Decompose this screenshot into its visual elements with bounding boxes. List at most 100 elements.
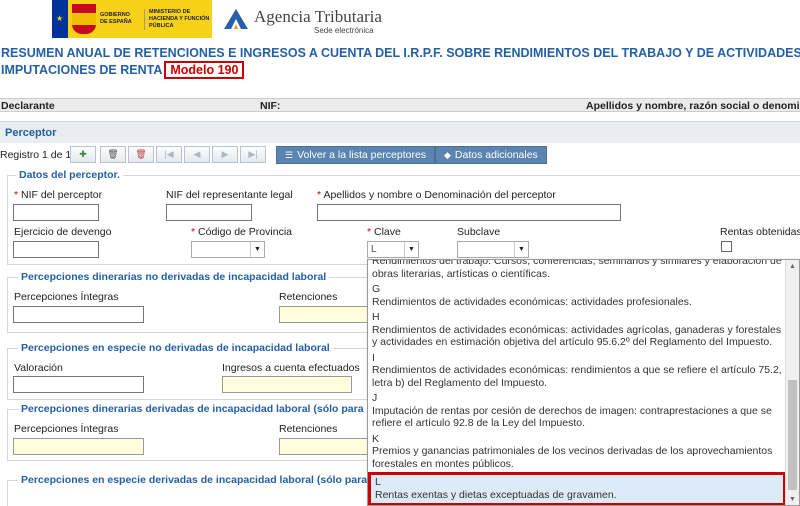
record-counter: Registro 1 de 1 [0, 149, 72, 161]
required-mark: * [317, 189, 322, 201]
delete-all-button[interactable]: 🗑 [128, 146, 154, 163]
agency-name: Agencia Tributaria [254, 7, 382, 26]
title-line-2-text: IMPUTACIONES DE RENTA [1, 63, 163, 77]
option-code: J [372, 392, 378, 404]
clave-option-i[interactable]: I Rendimientos de actividades económicas… [368, 351, 786, 392]
especie-no-valoracion-label: Valoración [14, 362, 63, 374]
option-text: Imputación de rentas por cesión de derec… [372, 404, 772, 430]
ministry-text: MINISTERIO DE HACIENDA Y FUNCIÓN PÚBLICA [144, 8, 210, 30]
option-code: G [372, 283, 381, 295]
perceptor-section-header: Perceptor [0, 121, 800, 143]
clave-option-l[interactable]: L Rentas exentas y dietas exceptuadas de… [368, 472, 786, 505]
agency-subtitle: Sede electrónica [314, 26, 374, 35]
required-mark: * [191, 226, 196, 238]
clave-option-h[interactable]: H Rendimientos de actividades económicas… [368, 310, 786, 351]
coat-of-arms-icon [72, 4, 96, 34]
option-code: I [372, 351, 375, 364]
apellidos-perceptor-input[interactable] [317, 204, 621, 221]
nif-perceptor-label-text: NIF del perceptor [21, 189, 103, 201]
option-code: L [375, 476, 381, 488]
clave-option-j[interactable]: J Imputación de rentas por cesión de der… [368, 391, 786, 432]
option-text: Rendimientos de actividades económicas: … [372, 323, 782, 349]
dropdown-scrollbar[interactable]: ▲ ▼ [785, 260, 799, 505]
chevron-down-icon: ▼ [404, 242, 418, 257]
dinerarias-no-integras-label: Percepciones Íntegras [14, 291, 119, 303]
clave-select[interactable]: L ▼ [367, 241, 419, 258]
tag-icon: ◆ [444, 149, 451, 160]
clave-option-g[interactable]: G Rendimientos de actividades económicas… [368, 282, 786, 310]
dinerarias-si-integras-input[interactable] [13, 438, 144, 455]
chevron-down-icon: ▼ [514, 242, 528, 257]
clave-options: Rendimientos del trabajo: Cursos, confer… [368, 260, 786, 505]
especie-si-legend: Percepciones en especie derivadas de inc… [18, 474, 388, 486]
especie-no-legend: Percepciones en especie no derivadas de … [18, 342, 333, 354]
dinerarias-no-retenciones-label: Retenciones [279, 291, 338, 303]
previous-record-button[interactable]: ◀ [184, 146, 210, 163]
rentas-obtenidas-checkbox[interactable] [721, 241, 732, 252]
nif-representante-input[interactable] [166, 204, 252, 221]
last-record-button[interactable]: ▶| [240, 146, 266, 163]
next-icon: ▶ [221, 149, 229, 159]
apellidos-perceptor-label-text: Apellidos y nombre o Denominación del pe… [323, 189, 556, 201]
especie-no-valoracion-input[interactable] [13, 376, 144, 393]
new-record-button[interactable]: ✚ [70, 146, 96, 163]
scroll-down-icon[interactable]: ▼ [786, 493, 799, 505]
scrollbar-thumb[interactable] [788, 380, 797, 490]
government-text: GOBIERNO DE ESPAÑA [100, 12, 132, 25]
nif-label: NIF: [260, 100, 281, 112]
header: GOBIERNO DE ESPAÑA MINISTERIO DE HACIEND… [0, 0, 800, 40]
back-to-list-label: Volver a la lista perceptores [297, 149, 427, 161]
clave-label-text: Clave [374, 226, 401, 238]
provincia-select[interactable]: ▼ [191, 241, 265, 258]
model-badge: Modelo 190 [164, 61, 245, 79]
additional-data-button[interactable]: ◆ Datos adicionales [435, 146, 547, 164]
next-record-button[interactable]: ▶ [212, 146, 238, 163]
declarante-bar: Declarante NIF: Apellidos y nombre, razó… [0, 98, 800, 112]
dinerarias-si-legend: Percepciones dinerarias derivadas de inc… [18, 403, 390, 415]
clave-option-k[interactable]: K Premios y ganancias patrimoniales de l… [368, 432, 786, 473]
clave-option-f[interactable]: Rendimientos del trabajo: Cursos, confer… [368, 260, 786, 282]
government-logo: GOBIERNO DE ESPAÑA MINISTERIO DE HACIEND… [52, 0, 212, 38]
required-mark: * [14, 189, 19, 201]
agencia-tributaria-logo[interactable]: Agencia Tributaria Sede electrónica [222, 3, 382, 37]
subclave-select[interactable]: ▼ [457, 241, 529, 258]
subclave-label: Subclave [457, 226, 501, 238]
dinerarias-no-legend: Percepciones dinerarias no derivadas de … [18, 271, 330, 283]
datos-perceptor-legend: Datos del perceptor. [16, 169, 123, 181]
nif-representante-label: NIF del representante legal [166, 189, 293, 201]
first-record-button[interactable]: |◀ [156, 146, 182, 163]
perceptor-title: Perceptor [5, 127, 57, 139]
record-toolbar: Registro 1 de 1 ✚ 🗑 🗑 |◀ ◀ ▶ ▶| ☰ Volver… [0, 146, 800, 164]
option-code: H [372, 311, 380, 323]
nif-perceptor-input[interactable] [13, 204, 99, 221]
page-title: RESUMEN ANUAL DE RETENCIONES E INGRESOS … [1, 46, 800, 79]
first-icon: |◀ [164, 149, 174, 159]
provincia-label: * Código de Provincia [191, 226, 292, 238]
dinerarias-si-integras-label: Percepciones Íntegras [14, 423, 119, 435]
back-to-list-button[interactable]: ☰ Volver a la lista perceptores [276, 146, 436, 164]
dinerarias-no-integras-input[interactable] [13, 306, 144, 323]
option-text: Rendimientos de actividades económicas: … [372, 295, 692, 308]
clave-dropdown-list[interactable]: Rendimientos del trabajo: Cursos, confer… [367, 259, 800, 506]
required-mark: * [367, 226, 372, 238]
eu-flag-icon [52, 0, 68, 38]
ejercicio-devengo-input[interactable] [13, 241, 99, 258]
dinerarias-si-retenciones-input[interactable] [279, 438, 379, 455]
dinerarias-si-retenciones-label: Retenciones [279, 423, 338, 435]
especie-no-ingresos-label: Ingresos a cuenta efectuados [222, 362, 360, 374]
title-line-2: IMPUTACIONES DE RENTA Modelo 190 [1, 61, 800, 79]
title-line-1: RESUMEN ANUAL DE RETENCIONES E INGRESOS … [1, 46, 800, 60]
delete-record-button[interactable]: 🗑 [100, 146, 126, 163]
provincia-label-text: Código de Provincia [198, 226, 292, 238]
apellidos-label: Apellidos y nombre, razón social o denom… [586, 100, 800, 112]
chevron-down-icon: ▼ [250, 242, 264, 257]
especie-no-ingresos-input[interactable] [222, 376, 352, 393]
agencia-tributaria-icon [224, 9, 248, 29]
scroll-up-icon[interactable]: ▲ [786, 260, 799, 272]
ejercicio-devengo-label: Ejercicio de devengo [14, 226, 112, 238]
clave-label: * Clave [367, 226, 401, 238]
nif-perceptor-label: * NIF del perceptor [14, 189, 102, 201]
clave-selected-value: L [371, 244, 377, 255]
option-text: Premios y ganancias patrimoniales de los… [372, 445, 773, 470]
dinerarias-no-retenciones-input[interactable] [279, 306, 379, 323]
